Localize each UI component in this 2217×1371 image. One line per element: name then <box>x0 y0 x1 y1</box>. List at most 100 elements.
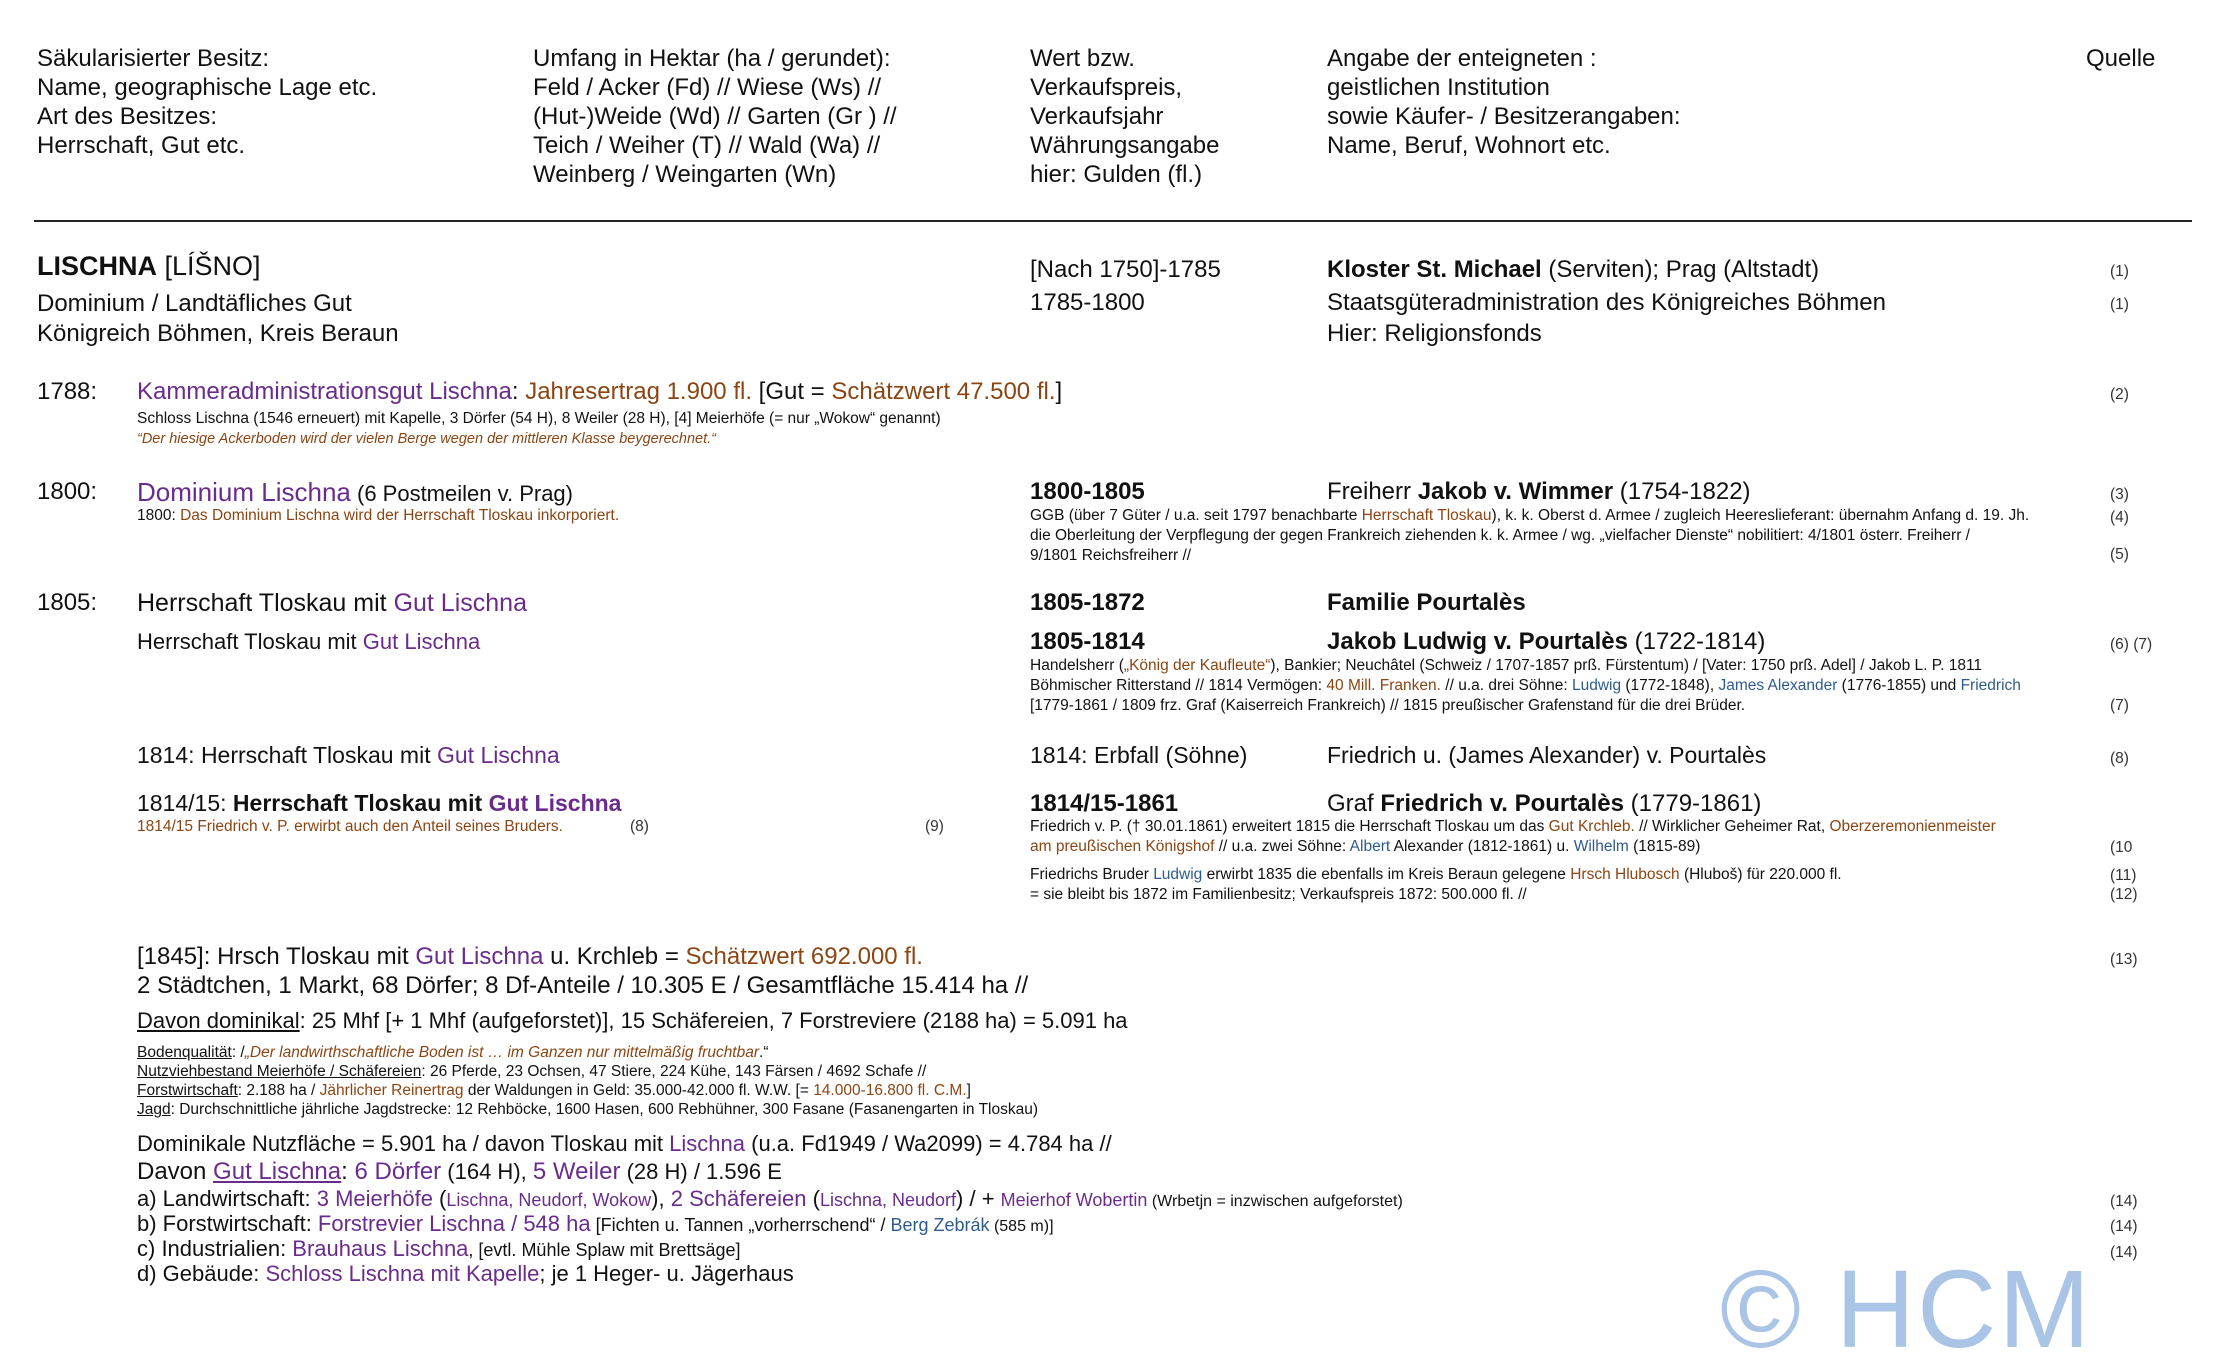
family-pourtales: Familie Pourtalès <box>1327 589 1526 616</box>
entry-text: (u.a. Fd1949 / Wa2099) = 4.784 ha // <box>745 1131 1112 1156</box>
entry-text: 1800: <box>137 507 181 524</box>
entry-text: c) Industrialien: <box>137 1236 293 1261</box>
entry-text: (585 m)] <box>989 1218 1054 1235</box>
title-alt-name: [LÍŠNO] <box>157 251 261 281</box>
header-text: Name, geographische Lage etc. <box>37 74 378 101</box>
jakob-detail-3: [1779-1861 / 1809 frz. Graf (Kaiserreich… <box>1030 697 1746 714</box>
wimmer-detail-2: die Oberleitung der Verpflegung der gege… <box>1030 527 1970 544</box>
entry-text: Meierhof Wobertin <box>1000 1190 1148 1210</box>
entry-text: Friedrich <box>1960 677 2021 694</box>
entry-text: // u.a. drei Söhne: <box>1440 677 1572 694</box>
entry-text: Herrschaft Tloskau <box>1361 507 1492 524</box>
detail-nutzvieh: Nutzviehbestand Meierhöfe / Schäfereien:… <box>137 1062 926 1082</box>
entry-1814-15-note: 1814/15 Friedrich v. P. erwirbt auch den… <box>137 818 563 835</box>
entry-text: ] <box>966 1082 971 1099</box>
source-ref: (6) (7) <box>2110 636 2153 653</box>
header-divider <box>34 220 2192 222</box>
entry-text: „Der landwirthschaftliche Boden ist … im… <box>244 1044 760 1061</box>
source-ref: (9) <box>925 818 944 835</box>
source-ref: (5) <box>2110 546 2129 563</box>
source-ref: (10 <box>2110 839 2133 856</box>
header-col-institution: Angabe der enteigneten : geistlichen Ins… <box>1327 44 1681 160</box>
entry-text: „König der Kaufleute“ <box>1123 657 1271 674</box>
friedrich-detail-2: am preußischen Königshof // u.a. zwei Sö… <box>1030 837 1700 857</box>
entry-1788-quote: “Der hiesige Ackerboden wird der vielen … <box>137 431 716 447</box>
wimmer-detail-3: 9/1801 Reichsfreiherr // <box>1030 547 1192 564</box>
entry-text: Dominikale Nutzfläche = 5.901 ha / davon… <box>137 1131 670 1156</box>
header-col-quelle: Quelle <box>2086 45 2156 72</box>
entry-text: 2 Schäfereien <box>670 1186 807 1211</box>
source-ref: (13) <box>2110 951 2138 968</box>
years-1800-1805: 1800-1805 <box>1030 478 1145 505</box>
entry-text: Forstwirtschaft <box>137 1082 238 1099</box>
source-ref: (2) <box>2110 386 2129 403</box>
entry-text: Herrschaft Tloskau mit <box>137 589 394 617</box>
entry-text: // u.a. zwei Söhne: <box>1214 838 1350 855</box>
header-text: Art des Besitzes: <box>37 103 218 130</box>
title-name: LISCHNA <box>37 251 157 281</box>
header-text: Umfang in Hektar (ha / gerundet): <box>533 45 891 72</box>
friedrich-detail-3: Friedrichs Bruder Ludwig erwirbt 1835 di… <box>1030 865 1842 885</box>
entry-text: 5 Weiler <box>532 1158 621 1185</box>
owner-name: Jakob v. Wimmer <box>1417 478 1614 505</box>
header-col-wert: Wert bzw. Verkaufspreis, Verkaufsjahr Wä… <box>1030 44 1219 189</box>
entry-text: [1845]: Hrsch Tloskau mit <box>137 943 416 970</box>
entry-text: : 25 Mhf [+ 1 Mhf (aufgeforstet)], 15 Sc… <box>299 1008 1128 1033</box>
entry-text: Herrschaft Tloskau mit <box>137 629 363 654</box>
source-ref: (14) <box>2110 1244 2138 1261</box>
source-ref: (3) <box>2110 486 2129 503</box>
header-text: Wert bzw. <box>1030 45 1135 72</box>
entry-gut-lischna: Davon Gut Lischna: 6 Dörfer (164 H), 5 W… <box>137 1157 782 1187</box>
entry-text: (164 H), <box>441 1159 533 1184</box>
entry-text: (1776-1855) und <box>1837 677 1961 694</box>
entry-text: Gut Lischna <box>436 742 560 768</box>
entry-text: ) / + <box>956 1186 1001 1211</box>
entry-text: (Wrbetjn = inzwischen aufgeforstet) <box>1147 1193 1403 1210</box>
source-ref: (8) <box>630 818 649 835</box>
header-text: Währungsangabe <box>1030 132 1220 159</box>
source-ref: (11) <box>2110 867 2137 884</box>
entry-text: 40 Mill. Franken. <box>1326 677 1441 694</box>
entry-text: [Gut = <box>751 378 832 405</box>
years-1805-1814: 1805-1814 <box>1030 628 1145 655</box>
entry-text: (1779-1861) <box>1623 790 1762 817</box>
entry-text: Oberzeremonienmeister <box>1829 818 1996 835</box>
entry-text: (28 H) / 1.596 E <box>620 1159 782 1184</box>
entry-gebaeude: d) Gebäude: Schloss Lischna mit Kapelle;… <box>137 1260 794 1288</box>
owner-name: Kloster St. Michael <box>1327 256 1542 283</box>
owner-wimmer: Freiherr Jakob v. Wimmer (1754-1822) <box>1327 477 1751 507</box>
entry-text: ] <box>1055 378 1063 405</box>
entry-text: : <box>511 378 526 405</box>
entry-text: am preußischen Königshof <box>1030 838 1215 855</box>
entry-nutzflaeche: Dominikale Nutzfläche = 5.901 ha / davon… <box>137 1130 1112 1158</box>
entry-text: Davon dominikal <box>137 1008 300 1033</box>
header-col-umfang: Umfang in Hektar (ha / gerundet): Feld /… <box>533 44 897 189</box>
entry-text: : Durchschnittliche jährliche Jagdstreck… <box>170 1101 1038 1118</box>
entry-text: .“ <box>759 1044 769 1061</box>
entry-text: Lischna, Neudorf <box>819 1190 957 1210</box>
entry-text: GGB (über 7 Güter / u.a. seit 1797 benac… <box>1030 507 1362 524</box>
entry-text: 14.000-16.800 fl. C.M. <box>813 1082 967 1099</box>
entry-text: Dominium Lischna <box>137 477 351 507</box>
entry-text: 3 Meierhöfe <box>316 1186 433 1211</box>
entry-text: Lischna, Neudorf, Wokow <box>446 1190 652 1210</box>
entry-text: (Hluboš) für 220.000 fl. <box>1679 866 1842 883</box>
jakob-detail-1: Handelsherr („König der Kaufleute“), Ban… <box>1030 656 1982 676</box>
owner-name: Friedrich v. Pourtalès <box>1380 790 1624 817</box>
entry-text: Ludwig <box>1571 677 1622 694</box>
detail-jagd: Jagd: Durchschnittliche jährliche Jagdst… <box>137 1100 1038 1120</box>
entry-text: Das Dominium Lischna wird der Herrschaft… <box>180 507 620 524</box>
year-1788: 1788: <box>37 378 98 405</box>
entry-text: Bodenqualität <box>137 1044 232 1061</box>
wimmer-detail-1: GGB (über 7 Güter / u.a. seit 1797 benac… <box>1030 506 2029 526</box>
entry-text: Böhmischer Ritterstand // 1814 Vermögen: <box>1030 677 1327 694</box>
header-text: hier: Gulden (fl.) <box>1030 161 1203 188</box>
source-ref: (4) <box>2110 509 2129 526</box>
entry-text: [Fichten u. Tannen „vorherrschend“ / <box>590 1215 891 1235</box>
year-1805: 1805: <box>37 589 98 616</box>
header-text: Teich / Weiher (T) // Wald (Wa) // <box>533 132 881 159</box>
source-ref: (14) <box>2110 1193 2138 1210</box>
header-text: Angabe der enteigneten : <box>1327 45 1597 72</box>
entry-text: (1754-1822) <box>1613 478 1751 505</box>
entry-1814-heirs: Friedrich u. (James Alexander) v. Pourta… <box>1327 742 1767 768</box>
